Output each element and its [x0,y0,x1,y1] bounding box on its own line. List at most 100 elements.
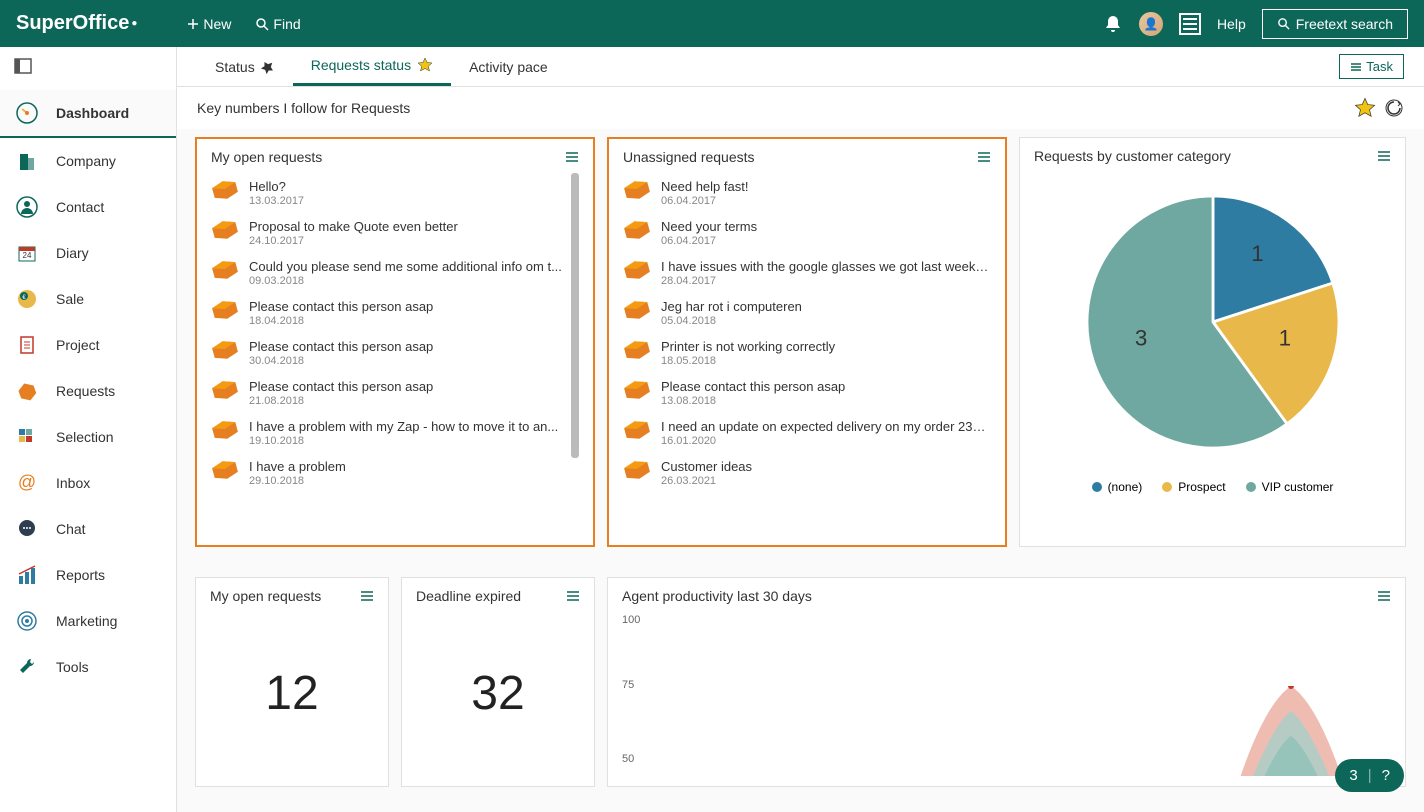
request-item[interactable]: Customer ideas26.03.2021 [623,453,991,493]
sidebar-item-reports[interactable]: Reports [0,552,176,598]
request-item[interactable]: I have a problem with my Zap - how to mo… [211,413,579,453]
fab-count: 3 [1349,767,1357,784]
request-item[interactable]: Jeg har rot i computeren05.04.2018 [623,293,991,333]
request-date: 06.04.2017 [661,235,991,247]
sidebar-item-sale[interactable]: € Sale [0,276,176,322]
bell-icon[interactable] [1103,14,1123,34]
company-icon [16,150,38,172]
sidebar-item-label: Dashboard [56,105,129,121]
svg-text:24: 24 [23,251,32,260]
ticket-icon [623,219,651,241]
ticket-icon [211,459,239,481]
widget-title: My open requests [211,149,322,165]
freetext-search[interactable]: Freetext search [1262,9,1408,39]
panel-toggle-icon[interactable] [0,47,176,90]
legend-item: (none) [1092,480,1143,494]
sidebar-item-chat[interactable]: Chat [0,506,176,552]
request-date: 18.05.2018 [661,355,991,367]
ticket-icon [623,339,651,361]
ticket-icon [211,299,239,321]
sidebar-item-tools[interactable]: Tools [0,644,176,690]
request-date: 19.10.2018 [249,435,579,447]
ticket-icon [623,419,651,441]
tab-label: Activity pace [469,59,548,75]
tab-activity-pace[interactable]: Activity pace [451,49,566,85]
sidebar-item-label: Chat [56,521,86,537]
sidebar-item-label: Contact [56,199,104,215]
request-title: Need your terms [661,219,991,234]
request-item[interactable]: I have a problem29.10.2018 [211,453,579,493]
widget-menu-icon[interactable] [1377,589,1391,603]
project-icon [16,334,38,356]
request-title: Please contact this person asap [661,379,991,394]
sidebar-item-label: Reports [56,567,105,583]
main-menu-icon[interactable] [1179,13,1201,35]
sidebar-item-label: Company [56,153,116,169]
chat-icon [16,518,38,540]
sidebar-item-project[interactable]: Project [0,322,176,368]
request-item[interactable]: Please contact this person asap18.04.201… [211,293,579,333]
request-date: 09.03.2018 [249,275,579,287]
widget-deadline-expired: Deadline expired 32 [401,577,595,787]
svg-text:1: 1 [1251,241,1263,266]
task-icon [1350,61,1362,73]
legend-label: VIP customer [1262,480,1334,494]
refresh-icon[interactable] [1384,98,1404,118]
find-button[interactable]: Find [255,16,300,32]
request-date: 28.04.2017 [661,275,991,287]
widget-menu-icon[interactable] [977,150,991,164]
new-button[interactable]: New [187,16,231,32]
help-link[interactable]: Help [1217,16,1246,32]
sidebar-item-requests[interactable]: Requests [0,368,176,414]
task-button[interactable]: Task [1339,54,1404,79]
favorite-star-icon[interactable] [1354,97,1376,119]
request-item[interactable]: Please contact this person asap21.08.201… [211,373,579,413]
widget-open-count: My open requests 12 [195,577,389,787]
widget-menu-icon[interactable] [565,150,579,164]
widget-menu-icon[interactable] [1377,149,1391,163]
request-item[interactable]: Could you please send me some additional… [211,253,579,293]
scrollbar[interactable] [571,173,579,458]
sidebar-item-diary[interactable]: 24 Diary [0,230,176,276]
request-date: 16.01.2020 [661,435,991,447]
request-title: I have issues with the google glasses we… [661,259,991,274]
request-item[interactable]: Need help fast!06.04.2017 [623,173,991,213]
request-item[interactable]: Please contact this person asap30.04.201… [211,333,579,373]
tab-status[interactable]: Status [197,49,293,85]
request-list[interactable]: Hello?13.03.2017Proposal to make Quote e… [211,173,579,535]
marketing-icon [16,610,38,632]
sidebar-item-label: Marketing [56,613,117,629]
legend-item: Prospect [1162,480,1225,494]
request-list[interactable]: Need help fast!06.04.2017Need your terms… [623,173,991,535]
widget-menu-icon[interactable] [360,589,374,603]
request-item[interactable]: Hello?13.03.2017 [211,173,579,213]
request-item[interactable]: Please contact this person asap13.08.201… [623,373,991,413]
legend-item: VIP customer [1246,480,1334,494]
sidebar-item-label: Sale [56,291,84,307]
sidebar-item-company[interactable]: Company [0,138,176,184]
pin-icon [261,60,275,74]
request-title: I have a problem [249,459,579,474]
help-fab[interactable]: 3 | ? [1335,759,1404,792]
tab-requests-status[interactable]: Requests status [293,47,451,86]
widget-menu-icon[interactable] [566,589,580,603]
sidebar-item-marketing[interactable]: Marketing [0,598,176,644]
star-icon [417,57,433,73]
sidebar-item-selection[interactable]: Selection [0,414,176,460]
search-icon [255,17,269,31]
sidebar-item-inbox[interactable]: @ Inbox [0,460,176,506]
request-item[interactable]: Printer is not working correctly18.05.20… [623,333,991,373]
avatar[interactable]: 👤 [1139,12,1163,36]
sidebar-item-dashboard[interactable]: Dashboard [0,90,176,138]
request-item[interactable]: Proposal to make Quote even better24.10.… [211,213,579,253]
sidebar-item-contact[interactable]: Contact [0,184,176,230]
request-item[interactable]: I have issues with the google glasses we… [623,253,991,293]
request-title: Need help fast! [661,179,991,194]
ticket-icon [623,459,651,481]
chart-legend: (none) Prospect VIP customer [1092,480,1334,494]
reports-icon [16,564,38,586]
request-item[interactable]: I need an update on expected delivery on… [623,413,991,453]
subtitle-row: Key numbers I follow for Requests [177,87,1424,129]
request-item[interactable]: Need your terms06.04.2017 [623,213,991,253]
request-date: 18.04.2018 [249,315,579,327]
